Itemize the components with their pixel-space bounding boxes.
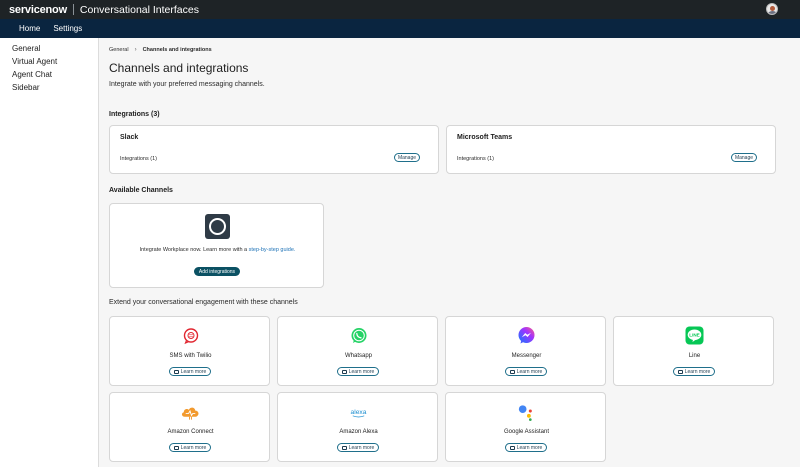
main-content: General › Channels and integrations Chan… <box>100 38 800 467</box>
learn-more-label: Learn more <box>180 368 207 375</box>
sidebar-item-virtual-agent[interactable]: Virtual Agent <box>12 55 98 68</box>
learn-more-label: Learn more <box>180 444 207 451</box>
breadcrumb-root[interactable]: General <box>109 47 129 53</box>
top-header: servicenow Conversational Interfaces <box>0 0 800 19</box>
alexa-icon: alexa <box>348 401 369 422</box>
book-icon <box>509 445 515 450</box>
integration-name: Slack <box>120 134 139 141</box>
brand-divider <box>72 4 74 15</box>
channel-name: Messenger <box>511 353 542 359</box>
channel-card-amazon-connect: Amazon Connect Learn more <box>109 392 270 462</box>
google-assistant-icon <box>516 401 537 422</box>
book-icon <box>677 369 683 374</box>
app-title: Conversational Interfaces <box>79 3 199 16</box>
sidebar-item-sidebar[interactable]: Sidebar <box>12 81 98 94</box>
manage-button[interactable]: Manage <box>394 153 420 162</box>
extend-heading: Extend your conversational engagement wi… <box>109 299 298 306</box>
channel-name: Google Assistant <box>503 429 550 435</box>
learn-more-button[interactable]: Learn more <box>169 443 211 452</box>
integration-count: Integrations (1) <box>457 156 494 162</box>
learn-more-button[interactable]: Learn more <box>673 367 715 376</box>
page-title: Channels and integrations <box>109 61 249 75</box>
messenger-icon <box>516 325 537 346</box>
user-avatar[interactable] <box>766 3 778 15</box>
sidebar: General Virtual Agent Agent Chat Sidebar <box>0 38 99 467</box>
whatsapp-icon <box>348 325 369 346</box>
workplace-card: Integrate Workplace now. Learn more with… <box>109 203 324 288</box>
channel-card-messenger: Messenger Learn more <box>445 316 606 386</box>
integration-count: Integrations (1) <box>120 156 157 162</box>
workplace-icon <box>205 214 230 239</box>
channel-card-google-assistant: Google Assistant Learn more <box>445 392 606 462</box>
channel-name: Line <box>688 353 701 359</box>
learn-more-label: Learn more <box>348 368 375 375</box>
nav-bar: Home Settings <box>0 19 800 38</box>
channel-name: SMS with Twilio <box>169 353 212 359</box>
breadcrumb: General › Channels and integrations <box>109 47 212 53</box>
add-integrations-button[interactable]: Add integrations <box>194 267 240 276</box>
integration-name: Microsoft Teams <box>457 134 513 141</box>
learn-more-button[interactable]: Learn more <box>337 367 379 376</box>
book-icon <box>173 369 179 374</box>
chevron-right-icon: › <box>134 47 137 53</box>
channel-name: Amazon Connect <box>167 429 214 435</box>
learn-more-button[interactable]: Learn more <box>337 443 379 452</box>
integration-card-microsoft-teams: Microsoft Teams Integrations (1) Manage <box>446 125 776 174</box>
breadcrumb-current: Channels and integrations <box>142 47 212 53</box>
svg-text:LINE: LINE <box>689 333 699 338</box>
available-channels-heading: Available Channels <box>109 187 173 194</box>
manage-button[interactable]: Manage <box>731 153 757 162</box>
learn-more-button[interactable]: Learn more <box>505 443 547 452</box>
integration-card-slack: Slack Integrations (1) Manage <box>109 125 439 174</box>
book-icon <box>173 445 179 450</box>
book-icon <box>341 445 347 450</box>
channel-card-twilio: SMS with Twilio Learn more <box>109 316 270 386</box>
learn-more-label: Learn more <box>684 368 711 375</box>
sidebar-item-agent-chat[interactable]: Agent Chat <box>12 68 98 81</box>
channel-name: Amazon Alexa <box>339 429 378 435</box>
nav-item-settings[interactable]: Settings <box>53 24 82 33</box>
learn-more-button[interactable]: Learn more <box>505 367 547 376</box>
sidebar-item-general[interactable]: General <box>12 42 98 55</box>
channel-card-amazon-alexa: alexa Amazon Alexa Learn more <box>277 392 438 462</box>
learn-more-label: Learn more <box>516 444 543 451</box>
channel-card-line: LINE Line Learn more <box>613 316 774 386</box>
integrations-heading: Integrations (3) <box>109 111 160 118</box>
page-subtitle: Integrate with your preferred messaging … <box>109 81 265 88</box>
learn-more-label: Learn more <box>348 444 375 451</box>
amazon-connect-icon <box>180 401 201 422</box>
book-icon <box>509 369 515 374</box>
twilio-icon <box>180 325 201 346</box>
brand-logo[interactable]: servicenow <box>9 4 67 16</box>
alexa-logo-text: alexa <box>351 408 367 415</box>
nav-item-home[interactable]: Home <box>19 24 40 33</box>
step-by-step-guide-link[interactable]: step-by-step guide. <box>249 247 296 253</box>
line-icon: LINE <box>684 325 705 346</box>
learn-more-button[interactable]: Learn more <box>169 367 211 376</box>
learn-more-label: Learn more <box>516 368 543 375</box>
workplace-description: Integrate Workplace now. Learn more with… <box>110 247 325 253</box>
channel-name: Whatsapp <box>344 353 372 359</box>
workplace-text: Integrate Workplace now. Learn more with… <box>139 247 249 253</box>
book-icon <box>341 369 347 374</box>
channel-card-whatsapp: Whatsapp Learn more <box>277 316 438 386</box>
